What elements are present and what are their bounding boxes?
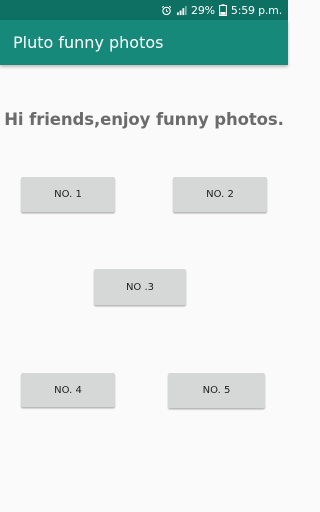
status-time: 5:59 p.m. [230, 3, 282, 17]
alarm-icon [161, 5, 172, 16]
photo-button-4[interactable]: NO. 4 [21, 373, 115, 407]
battery-percent: 29% [191, 3, 215, 17]
photo-button-5[interactable]: NO. 5 [168, 373, 265, 408]
photo-button-2[interactable]: NO. 2 [173, 177, 267, 212]
screen: 29% 5:59 p.m. Pluto funny photos Hi frie… [0, 0, 288, 512]
photo-button-1[interactable]: NO. 1 [21, 177, 115, 212]
app-bar: Pluto funny photos [0, 20, 288, 65]
battery-icon [219, 4, 227, 16]
status-bar: 29% 5:59 p.m. [0, 0, 288, 20]
headline: Hi friends,enjoy funny photos. [4, 110, 284, 129]
photo-button-3[interactable]: NO .3 [94, 269, 186, 305]
app-title: Pluto funny photos [13, 33, 164, 52]
signal-icon [176, 5, 187, 16]
